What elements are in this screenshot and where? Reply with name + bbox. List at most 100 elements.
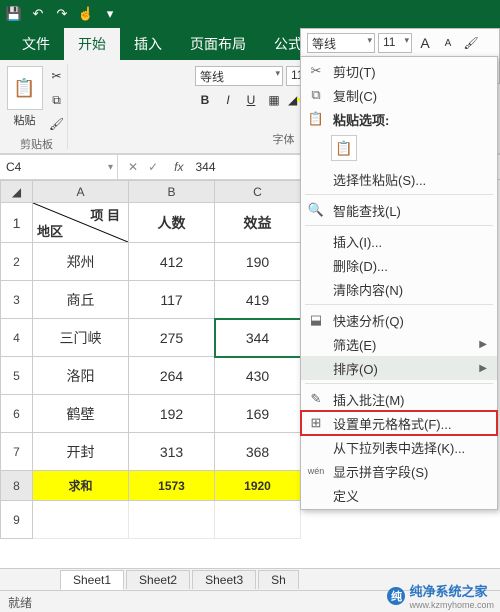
cell[interactable]: 169 [215,395,301,433]
cell[interactable]: 三门峡 [33,319,129,357]
touch-mode-icon[interactable]: ☝ [78,6,94,22]
cut-icon[interactable]: ✂ [47,66,67,86]
enter-formula-icon[interactable]: ✓ [148,160,158,174]
cell[interactable]: 264 [129,357,215,395]
sheet-tab-4[interactable]: Sh [258,570,299,589]
phonetic-icon: wén [307,466,325,476]
menu-copy[interactable]: ⧉复制(C) [301,83,497,107]
bold-button[interactable]: B [195,90,215,110]
format-cells-icon: ⊞ [307,415,325,431]
context-menu: ✂剪切(T) ⧉复制(C) 📋粘贴选项: 📋 选择性粘贴(S)... 🔍智能查找… [300,56,498,510]
tab-layout[interactable]: 页面布局 [176,28,260,60]
row-header[interactable]: 8 [1,471,33,501]
menu-insert[interactable]: 插入(I)... [301,229,497,253]
cell-sum-label[interactable]: 求和 [33,471,129,501]
cell-sum-b[interactable]: 1573 [129,471,215,501]
menu-delete[interactable]: 删除(D)... [301,253,497,277]
menu-filter[interactable]: 筛选(E)▶ [301,332,497,356]
italic-button[interactable]: I [218,90,238,110]
save-icon[interactable]: 💾 [6,6,22,22]
cell[interactable]: 275 [129,319,215,357]
cell-sum-c[interactable]: 1920 [215,471,301,501]
menu-smart-lookup[interactable]: 🔍智能查找(L) [301,198,497,222]
menu-show-phonetic[interactable]: wén显示拼音字段(S) [301,459,497,483]
sheet-tab-1[interactable]: Sheet1 [60,570,124,590]
row-header[interactable]: 5 [1,357,33,395]
menu-paste-special[interactable]: 选择性粘贴(S)... [301,167,497,191]
cell[interactable]: 117 [129,281,215,319]
table-row: 3商丘117419 [1,281,301,319]
cell[interactable]: 洛阳 [33,357,129,395]
menu-label: 从下拉列表中选择(K)... [333,438,465,457]
mini-format-painter-icon[interactable]: 🖌 [461,33,481,53]
sheet-tab-2[interactable]: Sheet2 [126,570,190,589]
cell-c1[interactable]: 效益 [215,203,301,243]
redo-icon[interactable]: ↷ [54,6,70,22]
paste-option-default[interactable]: 📋 [331,135,357,161]
cell[interactable]: 412 [129,243,215,281]
format-painter-icon[interactable]: 🖌 [47,114,67,134]
cell[interactable]: 开封 [33,433,129,471]
col-header-b[interactable]: B [129,181,215,203]
menu-pick-from-list[interactable]: 从下拉列表中选择(K)... [301,435,497,459]
name-box[interactable]: C4 [0,155,118,179]
menu-quick-analysis[interactable]: ⬓ 快速分析(Q) [301,308,497,332]
cell-a1-diagonal[interactable]: 项 目 地区 [33,203,129,243]
mini-font-name[interactable]: 等线 [307,33,375,53]
mini-decrease-font-icon[interactable]: A [438,33,458,53]
row-header[interactable]: 7 [1,433,33,471]
cell[interactable]: 商丘 [33,281,129,319]
sheet-tab-3[interactable]: Sheet3 [192,570,256,589]
cell[interactable]: 郑州 [33,243,129,281]
menu-format-cells[interactable]: ⊞设置单元格格式(F)... [301,411,497,435]
cell[interactable]: 430 [215,357,301,395]
menu-sort[interactable]: 排序(O)▶ [301,356,497,380]
menu-label: 删除(D)... [333,256,388,275]
paste-button[interactable]: 📋 [7,66,43,110]
tab-file[interactable]: 文件 [8,28,64,60]
quick-analysis-icon: ⬓ [307,312,325,328]
row-header[interactable]: 9 [1,501,33,539]
cell[interactable] [33,501,129,539]
menu-paste-options-title: 📋粘贴选项: [301,107,497,131]
tab-home[interactable]: 开始 [64,28,120,60]
copy-icon[interactable]: ⧉ [47,90,67,110]
row-header-1[interactable]: 1 [1,203,33,243]
row-header[interactable]: 2 [1,243,33,281]
menu-cut[interactable]: ✂剪切(T) [301,59,497,83]
cell[interactable]: 368 [215,433,301,471]
col-header-c[interactable]: C [215,181,301,203]
cell[interactable]: 鹤壁 [33,395,129,433]
cell[interactable]: 313 [129,433,215,471]
table-row: 6鹤壁192169 [1,395,301,433]
select-all-corner[interactable]: ◢ [1,181,33,203]
row-header[interactable]: 6 [1,395,33,433]
cell[interactable]: 190 [215,243,301,281]
cell-selected[interactable]: 344 [215,319,301,357]
menu-label: 快速分析(Q) [333,311,404,330]
row-header[interactable]: 3 [1,281,33,319]
menu-define-name[interactable]: 定义 [301,483,497,507]
row-header[interactable]: 4 [1,319,33,357]
col-header-a[interactable]: A [33,181,129,203]
tab-insert[interactable]: 插入 [120,28,176,60]
font-name-combo[interactable]: 等线 [195,66,283,86]
cancel-formula-icon[interactable]: ✕ [128,160,138,174]
table-row: 2郑州412190 [1,243,301,281]
cell[interactable]: 419 [215,281,301,319]
qat-dropdown-icon[interactable]: ▾ [102,6,118,22]
mini-font-size[interactable]: 11 [378,33,412,53]
cell[interactable] [129,501,215,539]
undo-icon[interactable]: ↶ [30,6,46,22]
cell[interactable]: 192 [129,395,215,433]
mini-increase-font-icon[interactable]: A [415,33,435,53]
menu-insert-comment[interactable]: ✎插入批注(M) [301,387,497,411]
menu-clear[interactable]: 清除内容(N) [301,277,497,301]
cell-b1[interactable]: 人数 [129,203,215,243]
fx-icon[interactable]: fx [168,160,189,174]
border-button[interactable]: ▦ [264,90,284,110]
cell[interactable] [215,501,301,539]
watermark-url: www.kzmyhome.com [409,600,494,610]
underline-button[interactable]: U [241,90,261,110]
paste-label[interactable]: 粘贴 [7,112,43,128]
